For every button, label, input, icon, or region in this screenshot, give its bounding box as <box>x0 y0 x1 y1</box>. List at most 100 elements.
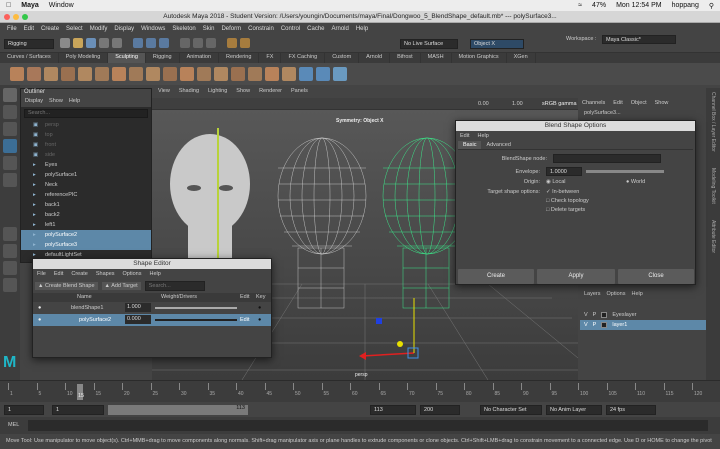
shape-menu-options[interactable]: Options <box>123 271 142 277</box>
shape-menu-shapes[interactable]: Shapes <box>96 271 115 277</box>
channel-menu-edit[interactable]: Edit <box>613 100 622 106</box>
user-name[interactable]: hoppang <box>672 2 699 9</box>
delete-targets-checkbox[interactable]: □ Delete targets <box>546 207 585 213</box>
shape-editor-search[interactable]: Search... <box>144 281 205 291</box>
shape-row[interactable]: ● blendShape1 1.000 ● <box>33 302 271 314</box>
menu-display[interactable]: Display <box>114 26 134 32</box>
search-icon[interactable]: ⚲ <box>709 2 714 10</box>
outliner-menu-display[interactable]: Display <box>25 98 43 107</box>
layout-single-icon[interactable] <box>3 227 17 241</box>
outliner-item[interactable]: ▸ polySurface2 <box>21 230 151 240</box>
outliner-item[interactable]: ▸ polySurface1 <box>21 170 151 180</box>
layout-four-icon[interactable] <box>3 244 17 258</box>
snap-curve-icon[interactable] <box>193 38 203 48</box>
manip-x-axis[interactable] <box>361 352 415 357</box>
lasso-tool-icon[interactable] <box>3 105 17 119</box>
exposure-value[interactable]: 0.00 <box>478 101 489 107</box>
outliner-item[interactable]: ▸ polySurface3 <box>21 240 151 250</box>
shape-weight-field[interactable]: 1.000 <box>125 303 151 312</box>
foamy-tool-icon[interactable] <box>112 67 126 81</box>
layout-outliner-icon[interactable] <box>3 278 17 292</box>
apple-icon[interactable]:  <box>6 2 11 9</box>
close-window-button[interactable] <box>4 14 10 20</box>
new-scene-icon[interactable] <box>60 38 70 48</box>
manip-pivot[interactable] <box>397 341 403 347</box>
imprint-tool-icon[interactable] <box>163 67 177 81</box>
mac-app-name[interactable]: Maya <box>21 2 39 9</box>
menu-skin[interactable]: Skin <box>203 26 215 32</box>
undo-icon[interactable] <box>99 38 109 48</box>
outliner-item[interactable]: ▣ persp <box>21 120 151 130</box>
tab-basic[interactable]: Basic <box>458 141 482 149</box>
shelf-tab-9[interactable]: Arnold <box>359 53 391 63</box>
select-object-icon[interactable] <box>146 38 156 48</box>
mel-label[interactable]: MEL <box>8 422 19 428</box>
shelf-tab-0[interactable]: Curves / Surfaces <box>0 53 59 63</box>
blendshape-node-field[interactable] <box>553 154 661 163</box>
outliner-search[interactable]: Search... <box>24 109 148 118</box>
shelf-tab-11[interactable]: MASH <box>421 53 452 63</box>
manip-z-handle[interactable] <box>376 318 382 324</box>
outliner-item[interactable]: ▣ top <box>21 130 151 140</box>
save-scene-icon[interactable] <box>86 38 96 48</box>
range-slider[interactable]: 113 <box>108 405 248 415</box>
pinch-tool-icon[interactable] <box>78 67 92 81</box>
envelope-field[interactable]: 1.0000 <box>546 167 582 176</box>
add-target-button[interactable]: ▲ Add Target <box>101 282 141 290</box>
close-button[interactable]: Close <box>618 269 694 284</box>
minimize-window-button[interactable] <box>13 14 19 20</box>
menu-select[interactable]: Select <box>66 26 83 32</box>
smear-tool-icon[interactable] <box>248 67 262 81</box>
side-tab-attribute-editor[interactable]: Attribute Editor <box>706 216 720 257</box>
wifi-icon[interactable]: ≈ <box>578 2 582 9</box>
outliner-item[interactable]: ▸ Neck <box>21 180 151 190</box>
viewport-menu-panels[interactable]: Panels <box>291 88 308 98</box>
shelf-tab-7[interactable]: FX Caching <box>281 53 326 63</box>
move-tool-icon[interactable] <box>3 139 17 153</box>
clock[interactable]: Mon 12:54 PM <box>616 2 662 9</box>
origin-world-radio[interactable]: ● World <box>626 179 645 185</box>
spray-tool-icon[interactable] <box>129 67 143 81</box>
menu-modify[interactable]: Modify <box>90 26 108 32</box>
layer-menu-options[interactable]: Options <box>607 291 626 297</box>
menu-deform[interactable]: Deform <box>221 26 241 32</box>
start-time-field[interactable]: 1 <box>4 405 44 415</box>
end-time-field[interactable]: 200 <box>420 405 460 415</box>
shelf-tab-12[interactable]: Motion Graphics <box>452 53 507 63</box>
menu-windows[interactable]: Windows <box>141 26 165 32</box>
channel-menu-channels[interactable]: Channels <box>582 100 605 106</box>
layer-menu-layers[interactable]: Layers <box>584 291 601 297</box>
shape-weight-field[interactable]: 0.000 <box>125 315 151 324</box>
fps-dropdown[interactable]: 24 fps <box>606 405 656 415</box>
outliner-item[interactable]: ▣ side <box>21 150 151 160</box>
shape-menu-create[interactable]: Create <box>71 271 88 277</box>
rotate-tool-icon[interactable] <box>3 156 17 170</box>
viewport-menu-show[interactable]: Show <box>236 88 250 98</box>
menu-skeleton[interactable]: Skeleton <box>172 26 195 32</box>
menu-edit[interactable]: Edit <box>24 26 34 32</box>
playback-end-field[interactable]: 113 <box>370 405 416 415</box>
snap-grid-icon[interactable] <box>180 38 190 48</box>
redo-icon[interactable] <box>112 38 122 48</box>
check-topology-checkbox[interactable]: □ Check topology <box>546 198 589 204</box>
zoom-window-button[interactable] <box>22 14 28 20</box>
outliner-item[interactable]: ▸ left1 <box>21 220 151 230</box>
layer-playback-toggle[interactable]: P <box>593 310 597 320</box>
layer-color-swatch[interactable] <box>601 312 608 318</box>
repeat-tool-icon[interactable] <box>146 67 160 81</box>
object-mode-field[interactable]: Object X <box>470 39 524 49</box>
character-set-dropdown[interactable]: No Character Set <box>480 405 542 415</box>
outliner-item[interactable]: ▣ front <box>21 140 151 150</box>
viewport-menu-lighting[interactable]: Lighting <box>208 88 227 98</box>
shape-visibility-icon[interactable]: ● <box>38 302 41 314</box>
create-blend-shape-button[interactable]: ▲ Create Blend Shape <box>35 282 98 290</box>
layer-visibility-toggle[interactable]: V <box>584 310 588 320</box>
shelf-tab-8[interactable]: Custom <box>325 53 360 63</box>
viewport-menu-shading[interactable]: Shading <box>179 88 199 98</box>
apply-button[interactable]: Apply <box>537 269 615 284</box>
knife-tool-icon[interactable] <box>231 67 245 81</box>
menu-cache[interactable]: Cache <box>307 26 324 32</box>
outliner-menu-show[interactable]: Show <box>49 98 63 107</box>
mel-input[interactable] <box>28 420 708 431</box>
menu-arnold[interactable]: Arnold <box>332 26 349 32</box>
